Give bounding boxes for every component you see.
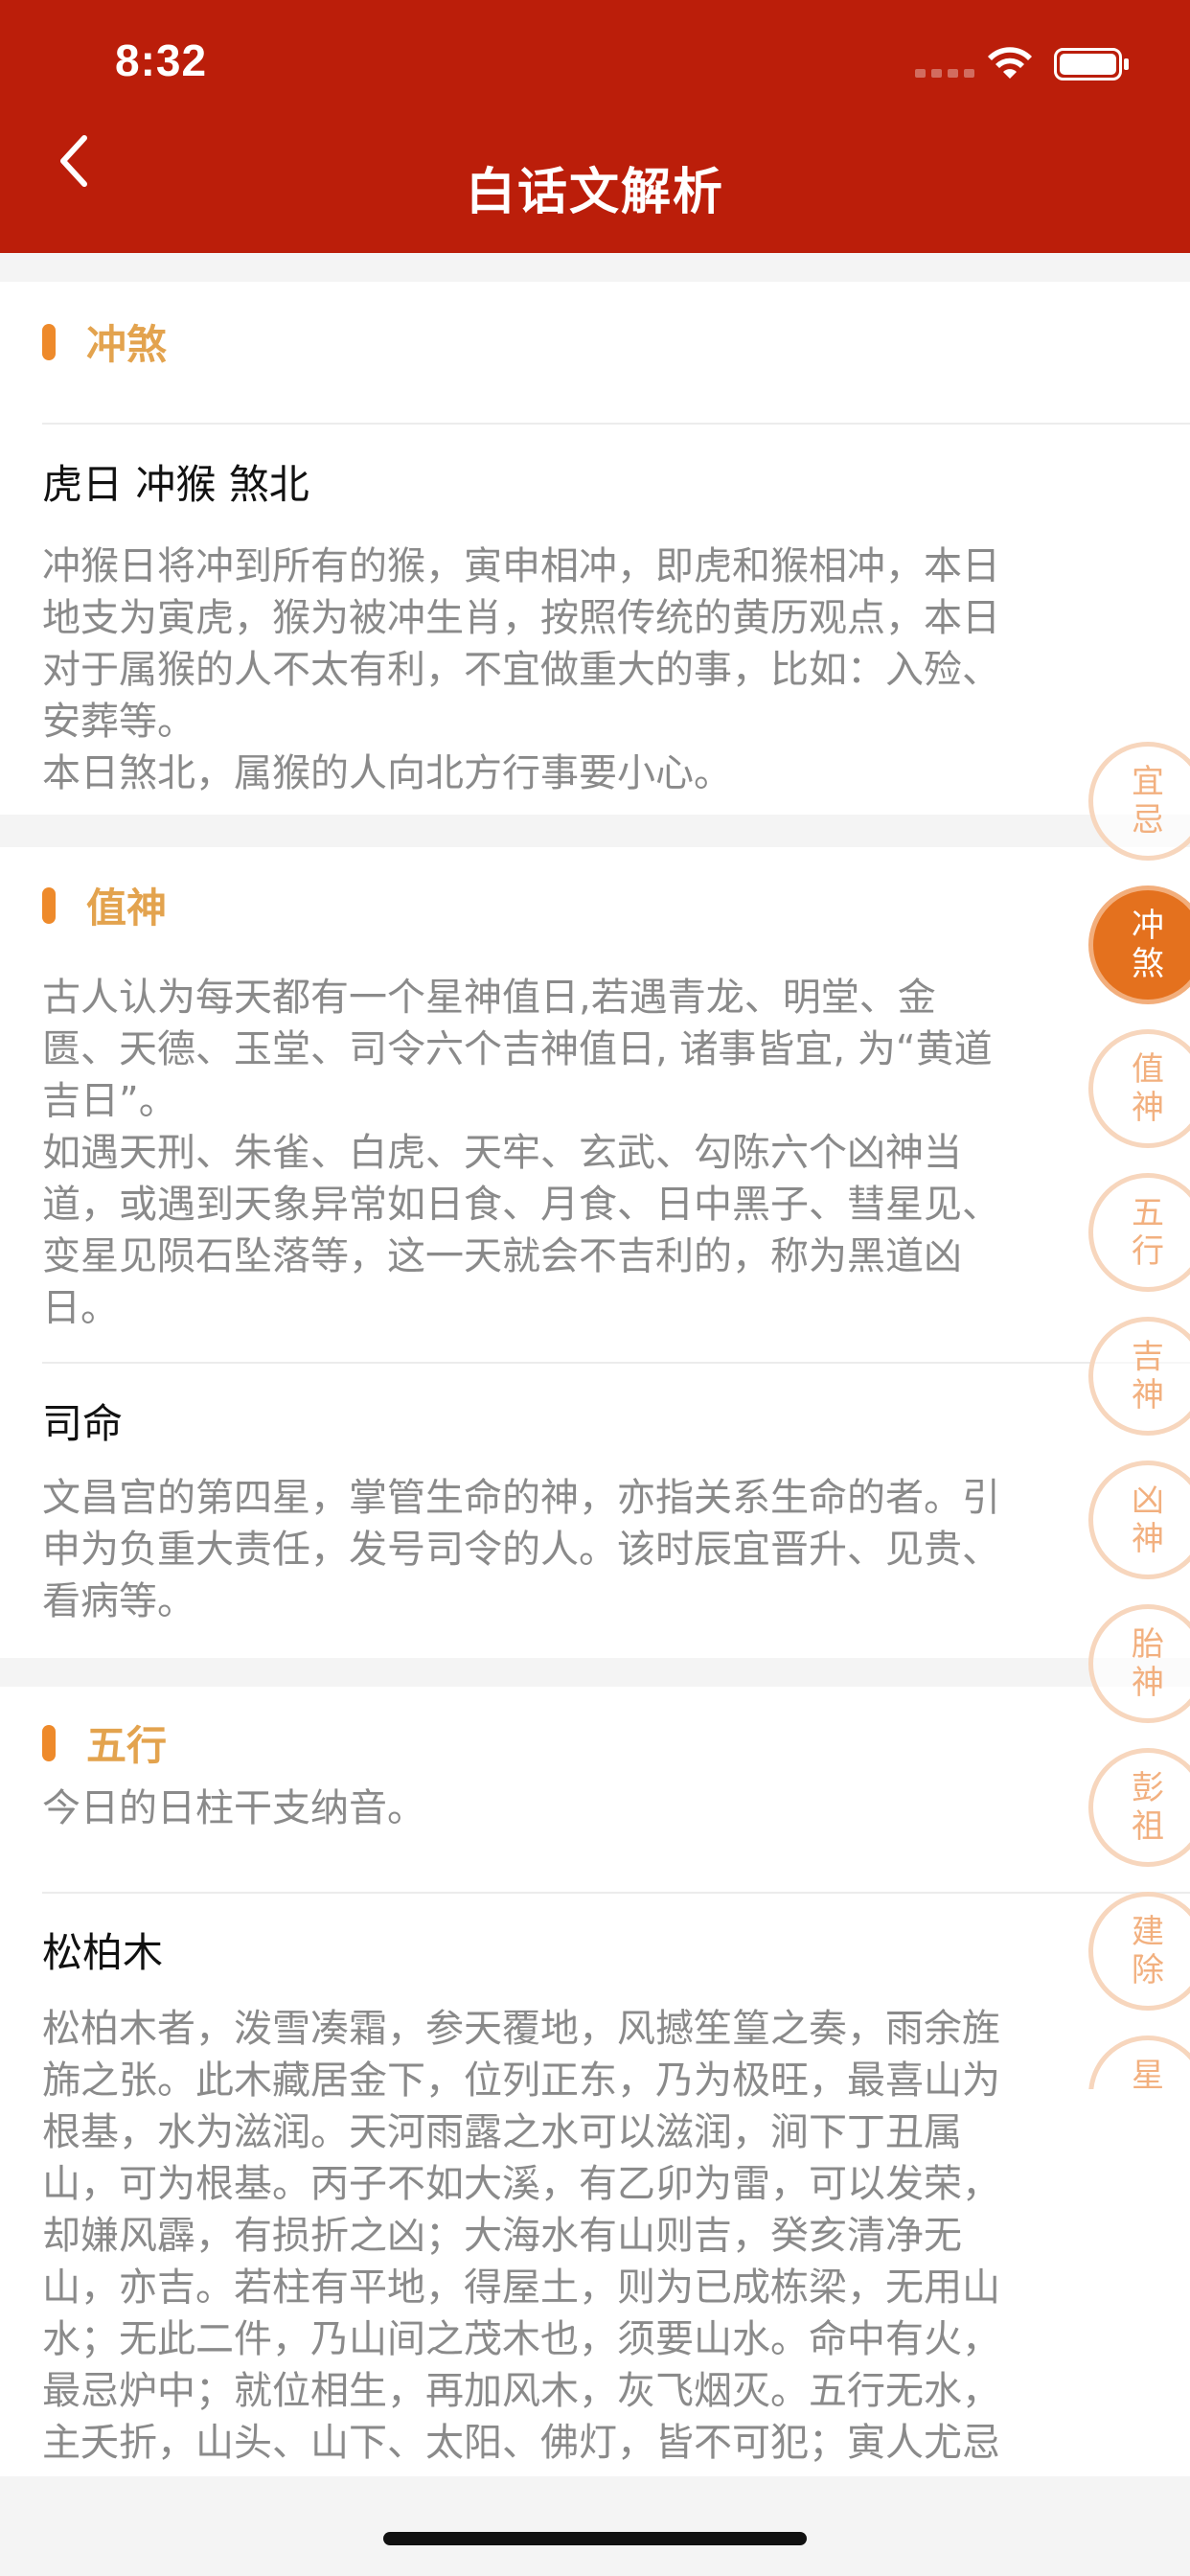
item-title: 司命 <box>42 1400 124 1447</box>
side-nav-button[interactable]: 星宿 <box>1088 2036 1190 2089</box>
item-body: 文昌宫的第四星，掌管生命的神，亦指关系生命的者。引 申为负重大责任，发号司令的人… <box>42 1476 1000 1623</box>
section-accent-bar <box>42 1724 56 1761</box>
section-header: 值神 <box>42 876 167 934</box>
side-nav-button[interactable]: 五行 <box>1088 1173 1190 1292</box>
divider <box>42 1362 1190 1364</box>
home-indicator[interactable] <box>383 2532 807 2545</box>
section-title: 冲煞 <box>86 321 168 368</box>
side-nav-label: 五 <box>1132 1194 1164 1232</box>
side-nav-label: 凶 <box>1132 1482 1164 1520</box>
section-chongsha: 冲煞 虎日 冲猴 煞北 冲猴日将冲到所有的猴，寅申相冲，即虎和猴相冲，本日 地支… <box>0 282 1190 815</box>
section-accent-bar <box>42 886 56 924</box>
side-nav-label: 冲 <box>1132 907 1164 945</box>
side-nav-label: 祖 <box>1132 1807 1164 1846</box>
side-nav-label: 胎 <box>1132 1625 1164 1664</box>
item-body: 冲猴日将冲到所有的猴，寅申相冲，即虎和猴相冲，本日 地支为寅虎，猴为被冲生肖，按… <box>42 544 1000 795</box>
status-time: 8:32 <box>115 35 208 85</box>
side-nav-label: 神 <box>1132 1664 1164 1702</box>
section-title: 五行 <box>86 1722 168 1769</box>
section-header: 冲煞 <box>42 312 167 371</box>
side-nav-label: 煞 <box>1132 945 1164 983</box>
app-header: 8:32 白话文解析 <box>0 0 1190 253</box>
side-nav-button[interactable]: 彭祖 <box>1088 1748 1190 1867</box>
side-nav-label: 忌 <box>1132 801 1164 840</box>
section-zhishen: 值神 古人认为每天都有一个星神值日,若遇青龙、明堂、金 匮、天德、玉堂、司令六个… <box>0 847 1190 1658</box>
side-nav-button[interactable]: 冲煞 <box>1088 886 1190 1004</box>
wifi-icon <box>988 47 1032 79</box>
section-intro: 古人认为每天都有一个星神值日,若遇青龙、明堂、金 匮、天德、玉堂、司令六个吉神值… <box>42 976 1000 1330</box>
side-nav-button[interactable]: 凶神 <box>1088 1460 1190 1579</box>
item-title: 虎日 冲猴 煞北 <box>42 461 309 508</box>
page-title: 白话文解析 <box>465 164 724 221</box>
side-nav-button[interactable]: 宜忌 <box>1088 742 1190 861</box>
item-body: 松柏木者，泼雪凑霜，参天覆地，风撼笙篁之奏，雨余旌 旆之张。此木藏居金下，位列正… <box>42 2007 1000 2465</box>
side-nav-label: 建 <box>1132 1913 1164 1951</box>
side-nav-label: 吉 <box>1132 1338 1164 1376</box>
section-wuxing: 五行 今日的日柱干支纳音。 松柏木 松柏木者，泼雪凑霜，参天覆地，风撼笙篁之奏，… <box>0 1687 1190 2476</box>
side-nav-button[interactable]: 吉神 <box>1088 1317 1190 1436</box>
battery-icon <box>1054 48 1129 80</box>
side-nav-label: 宜 <box>1132 763 1164 801</box>
side-nav: 宜忌冲煞值神五行吉神凶神胎神彭祖建除星宿 <box>1087 728 1190 2089</box>
side-nav-label: 星 <box>1132 2057 1164 2089</box>
section-accent-bar <box>42 323 56 360</box>
divider <box>42 1892 1190 1894</box>
side-nav-label: 行 <box>1132 1232 1164 1271</box>
item-title: 松柏木 <box>42 1929 164 1976</box>
divider <box>42 423 1190 425</box>
side-nav-label: 彭 <box>1132 1769 1164 1807</box>
side-nav-label: 除 <box>1132 1951 1164 1990</box>
side-nav-label: 神 <box>1132 1376 1164 1414</box>
side-nav-label: 神 <box>1132 1089 1164 1127</box>
section-intro: 今日的日柱干支纳音。 <box>42 1786 425 1830</box>
side-nav-button[interactable]: 值神 <box>1088 1029 1190 1148</box>
section-header: 五行 <box>42 1714 167 1772</box>
side-nav-button[interactable]: 胎神 <box>1088 1604 1190 1723</box>
side-nav-label: 神 <box>1132 1520 1164 1558</box>
section-title: 值神 <box>86 885 168 932</box>
signal-icon <box>915 69 974 78</box>
content-scroll[interactable]: 冲煞 虎日 冲猴 煞北 冲猴日将冲到所有的猴，寅申相冲，即虎和猴相冲，本日 地支… <box>0 253 1190 2476</box>
side-nav-button[interactable]: 建除 <box>1088 1892 1190 2011</box>
side-nav-label: 值 <box>1132 1050 1164 1089</box>
